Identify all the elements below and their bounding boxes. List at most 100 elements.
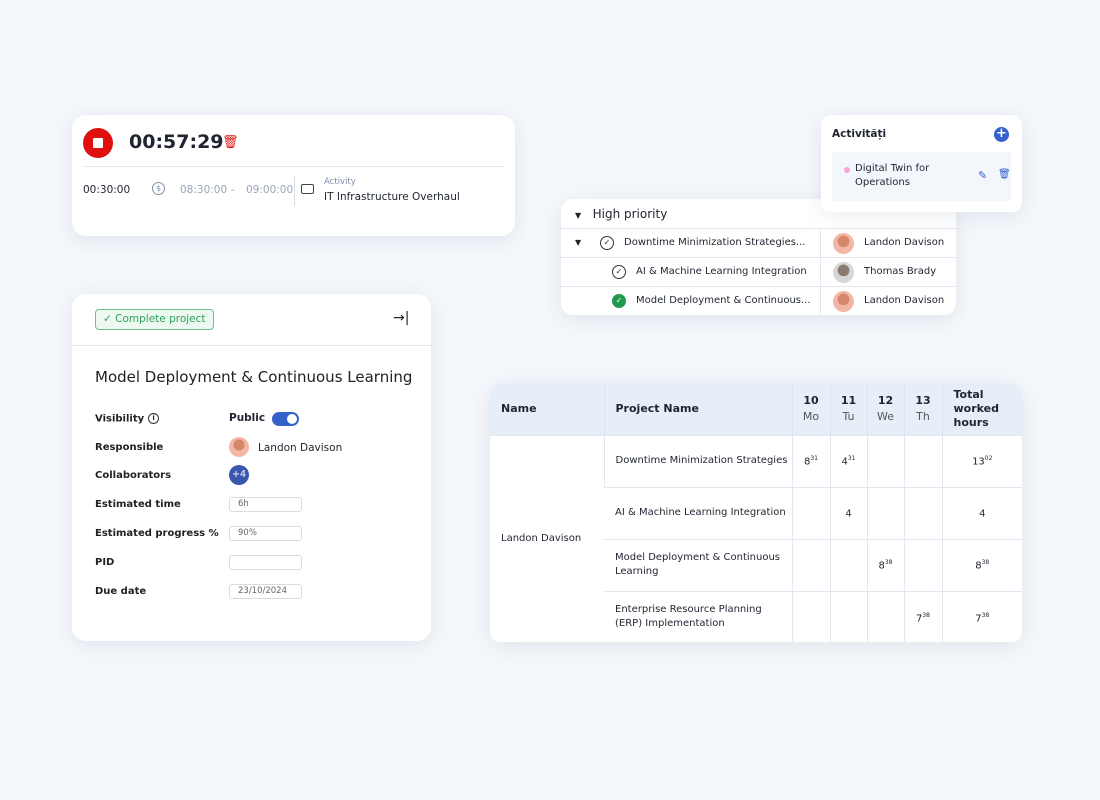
avatar xyxy=(229,437,249,457)
elapsed-time: 00:57:29 xyxy=(129,131,224,153)
day-hours[interactable] xyxy=(866,434,904,487)
visibility-label-text: Visibility xyxy=(95,413,145,425)
day-hours[interactable]: 431 xyxy=(829,434,867,487)
task-name: Model Deployment & Continuous... xyxy=(636,295,811,306)
day-hours[interactable] xyxy=(829,590,867,642)
priority-task-list: ▼ High priority ▼ ✓ Downtime Minimizatio… xyxy=(561,199,956,315)
caret-down-icon[interactable]: ▼ xyxy=(575,211,581,220)
project-details-card: ✓ Complete project →| Model Deployment &… xyxy=(72,294,431,641)
col-day: 13 Th xyxy=(903,383,942,435)
col-day: 12 We xyxy=(866,383,904,435)
edit-pencil-icon[interactable]: ✎ xyxy=(978,169,987,182)
assignee-name: Thomas Brady xyxy=(864,266,937,277)
task-name: AI & Machine Learning Integration xyxy=(636,266,807,277)
avatar xyxy=(833,262,854,283)
stop-timer-button[interactable] xyxy=(83,128,113,158)
check-circle-icon[interactable]: ✓ xyxy=(612,265,626,279)
activities-title: Activități xyxy=(832,128,887,140)
day-hours[interactable]: 838 xyxy=(866,538,904,591)
complete-project-label: Complete project xyxy=(115,313,206,325)
pid-label: PID xyxy=(95,557,115,568)
divider xyxy=(83,166,504,167)
col-day: 11 Tu xyxy=(829,383,867,435)
person-name: Landon Davison xyxy=(490,434,604,642)
check-circle-filled-icon[interactable]: ✓ xyxy=(612,294,626,308)
trash-icon[interactable]: 🗑 xyxy=(998,169,1011,180)
timer-card: 00:57:29 🗑 00:30:00 $ 08:30:00 - 09:00:0… xyxy=(72,115,515,236)
add-activity-button[interactable]: + xyxy=(994,127,1009,142)
avatar xyxy=(833,291,854,312)
day-hours[interactable] xyxy=(791,486,830,539)
responsible-label: Responsible xyxy=(95,442,164,453)
col-project: Project Name xyxy=(603,383,792,435)
col-day: 10 Mo xyxy=(791,383,830,435)
day-hours[interactable] xyxy=(791,538,830,591)
worked-hours-table: Name Project Name 10 Mo 11 Tu 12 We 13 Th To… xyxy=(490,383,1022,642)
check-circle-icon[interactable]: ✓ xyxy=(600,236,614,250)
group-label: High priority xyxy=(592,207,668,221)
project-name: Model Deployment & Continuous Learning xyxy=(604,538,792,591)
total-hours: 4 xyxy=(941,486,1022,539)
activities-panel: Activități + Digital Twin for Operations… xyxy=(821,115,1022,212)
day-hours[interactable] xyxy=(866,486,904,539)
day-hours[interactable]: 831 xyxy=(791,434,830,487)
time-separator: - xyxy=(231,184,235,196)
collapse-panel-icon[interactable]: →| xyxy=(393,310,409,326)
caret-down-icon[interactable]: ▼ xyxy=(575,229,581,257)
visibility-label: Visibility i xyxy=(95,413,160,425)
col-total: Total worked hours xyxy=(941,383,1022,435)
activity-item[interactable]: Digital Twin for Operations ✎ 🗑 xyxy=(832,152,1011,201)
project-name: Downtime Minimization Strategies xyxy=(603,434,792,487)
responsible-name[interactable]: Landon Davison xyxy=(258,442,342,454)
day-hours[interactable] xyxy=(829,538,867,591)
estimated-progress-input[interactable]: 90% xyxy=(229,526,302,541)
estimated-time-label: Estimated time xyxy=(95,499,181,510)
task-row[interactable]: ✓ Model Deployment & Continuous... Lando… xyxy=(561,286,956,315)
collaborators-label: Collaborators xyxy=(95,470,172,481)
total-hours: 838 xyxy=(941,538,1022,591)
project-name: Enterprise Resource Planning (ERP) Imple… xyxy=(604,590,792,642)
activity-name: Digital Twin for Operations xyxy=(855,163,930,188)
assignee-name: Landon Davison xyxy=(864,295,945,306)
estimated-time-input[interactable]: 6h xyxy=(229,497,302,512)
col-name: Name xyxy=(490,383,604,435)
estimated-progress-label: Estimated progress % xyxy=(95,528,219,539)
task-row[interactable]: ✓ AI & Machine Learning Integration Thom… xyxy=(561,257,956,286)
day-hours[interactable]: 4 xyxy=(829,486,867,539)
day-hours[interactable] xyxy=(903,434,942,487)
collaborators-more[interactable]: +4 xyxy=(229,465,249,485)
check-icon: ✓ xyxy=(103,313,116,325)
table-row: Landon Davison Downtime Minimization Stra… xyxy=(490,434,1022,642)
due-date-label: Due date xyxy=(95,586,147,597)
total-hours: 738 xyxy=(941,590,1022,642)
assignee-name: Landon Davison xyxy=(864,237,945,248)
divider xyxy=(294,176,295,206)
activity-label: Activity xyxy=(324,177,356,187)
briefcase-icon xyxy=(301,184,314,194)
complete-project-button[interactable]: ✓ Complete project xyxy=(95,309,214,330)
info-icon[interactable]: i xyxy=(148,413,160,424)
day-hours[interactable] xyxy=(903,538,942,591)
day-hours[interactable] xyxy=(903,486,942,539)
divider xyxy=(72,345,431,346)
day-hours[interactable] xyxy=(791,590,830,642)
start-time[interactable]: 08:30:00 xyxy=(180,184,227,196)
visibility-toggle[interactable] xyxy=(272,412,299,426)
task-name: Downtime Minimization Strategies... xyxy=(624,237,806,248)
total-hours: 1302 xyxy=(941,434,1022,487)
pid-input[interactable] xyxy=(229,555,302,570)
task-row[interactable]: ▼ ✓ Downtime Minimization Strategies... … xyxy=(561,228,956,257)
billable-dollar-icon[interactable]: $ xyxy=(152,182,165,195)
group-high-priority[interactable]: ▼ High priority xyxy=(575,207,667,221)
project-title: Model Deployment & Continuous Learning xyxy=(95,368,413,386)
activity-value[interactable]: IT Infrastructure Overhaul xyxy=(324,191,460,203)
end-time[interactable]: 09:00:00 xyxy=(246,184,293,196)
day-hours[interactable]: 738 xyxy=(903,590,942,642)
visibility-value: Public xyxy=(229,412,266,424)
trash-icon[interactable]: 🗑 xyxy=(222,135,239,150)
day-hours[interactable] xyxy=(866,590,904,642)
avatar xyxy=(833,233,854,254)
due-date-input[interactable]: 23/10/2024 xyxy=(229,584,302,599)
activity-color-dot xyxy=(844,167,850,173)
duration: 00:30:00 xyxy=(83,184,131,196)
